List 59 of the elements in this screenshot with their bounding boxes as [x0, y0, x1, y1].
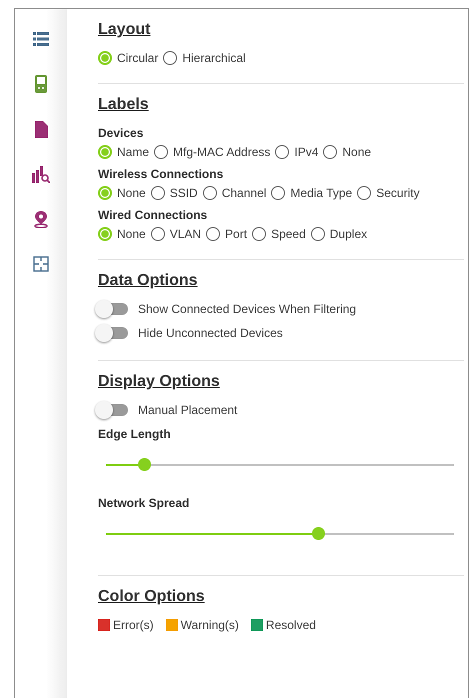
radio-button[interactable]: [150, 227, 165, 241]
radio-button[interactable]: [323, 145, 338, 159]
section-heading: Display Options: [98, 373, 221, 391]
toggle-label: Hide Unconnected Devices: [138, 326, 283, 340]
document-icon: [34, 120, 48, 138]
slider-thumb[interactable]: [138, 458, 152, 471]
radio-option[interactable]: Circular: [98, 51, 158, 65]
radio-button[interactable]: [271, 186, 286, 200]
radio-button[interactable]: [98, 227, 112, 241]
radio-button[interactable]: [98, 186, 112, 200]
radio-option[interactable]: Channel: [202, 186, 266, 200]
radio-option[interactable]: IPv4: [275, 145, 318, 159]
legend-label: Resolved: [266, 618, 316, 632]
radio-button[interactable]: [98, 51, 112, 65]
group-label: Devices: [98, 126, 144, 140]
radio-option[interactable]: Port: [206, 227, 248, 241]
slider-label: Edge Length: [98, 427, 172, 441]
radio-button[interactable]: [310, 227, 325, 241]
chart-search-icon: [32, 166, 50, 182]
toggle-label: Manual Placement: [138, 403, 238, 417]
radio-button[interactable]: [275, 145, 290, 159]
radio-option[interactable]: SSID: [150, 186, 198, 200]
radio-option[interactable]: Hierarchical: [163, 51, 246, 65]
radio-option[interactable]: None: [98, 227, 146, 241]
list-icon: [33, 32, 49, 46]
toggle-switch[interactable]: [98, 327, 128, 339]
radio-option[interactable]: Security: [357, 186, 420, 200]
radio-button[interactable]: [163, 51, 178, 65]
floor-plan-icon: [33, 256, 49, 272]
radio-option[interactable]: Name: [98, 145, 150, 159]
section-heading: Layout: [98, 21, 152, 39]
legend-label: Warning(s): [180, 618, 239, 632]
radio-button[interactable]: [98, 145, 112, 159]
slider-label: Network Spread: [98, 496, 190, 510]
radio-option[interactable]: VLAN: [150, 227, 202, 241]
radio-option[interactable]: None: [98, 186, 146, 200]
legend-label: Error(s): [113, 618, 154, 632]
section-heading: Data Options: [98, 272, 199, 290]
toggle-switch[interactable]: [98, 303, 128, 315]
radio-button[interactable]: [202, 186, 217, 200]
radio-option[interactable]: Speed: [252, 227, 306, 241]
radio-button[interactable]: [150, 186, 165, 200]
radio-button[interactable]: [154, 145, 168, 159]
section-heading: Labels: [98, 96, 150, 114]
slider-thumb[interactable]: [312, 527, 326, 540]
radio-button[interactable]: [206, 227, 220, 241]
group-label: Wired Connections: [98, 208, 208, 222]
toggle-label: Show Connected Devices When Filtering: [138, 302, 356, 316]
radio-option[interactable]: Mfg-MAC Address: [154, 145, 270, 159]
group-label: Wireless Connections: [98, 167, 224, 181]
radio-button[interactable]: [357, 186, 372, 200]
section-heading: Color Options: [98, 588, 206, 606]
radio-option[interactable]: Duplex: [310, 227, 368, 241]
toggle-switch[interactable]: [98, 404, 128, 416]
radio-button[interactable]: [252, 227, 266, 241]
handheld-device-icon: [35, 75, 47, 93]
location-pin-icon: [34, 210, 48, 228]
radio-option[interactable]: Media Type: [271, 186, 352, 200]
radio-option[interactable]: None: [323, 145, 372, 159]
